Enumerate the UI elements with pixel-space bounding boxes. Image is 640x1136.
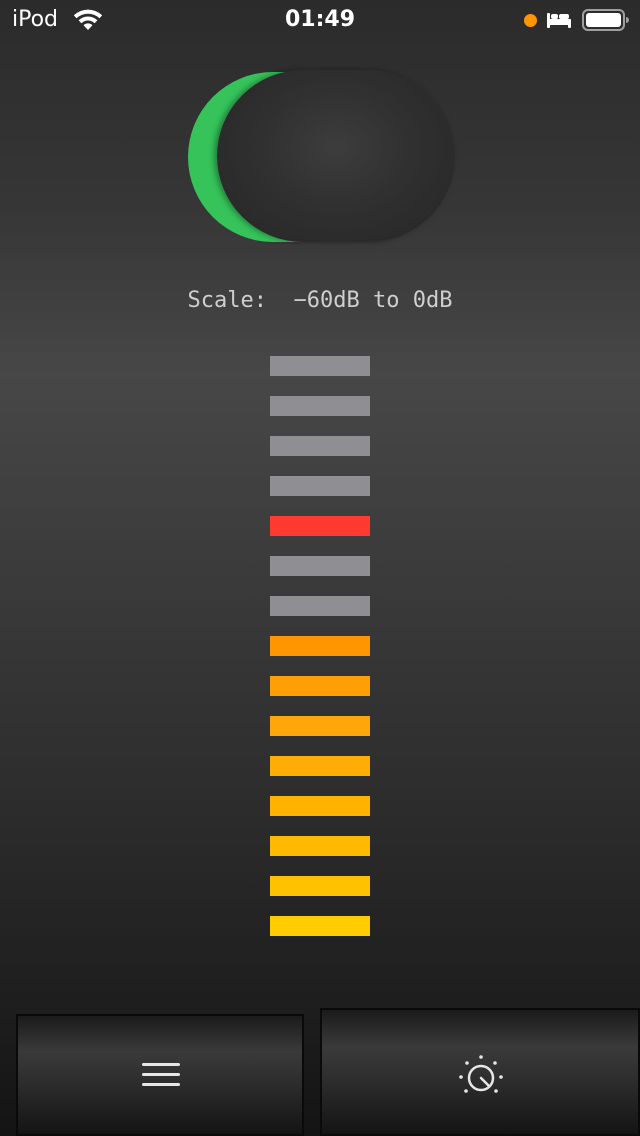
level-meter xyxy=(270,356,370,936)
meter-settings-button[interactable] xyxy=(320,1008,640,1136)
meter-segment xyxy=(270,516,370,536)
sleep-bed-icon xyxy=(546,10,572,30)
meter-segment xyxy=(270,676,370,696)
meter-segment xyxy=(270,836,370,856)
battery-icon xyxy=(582,8,630,32)
meter-segment xyxy=(270,476,370,496)
meter-segment xyxy=(270,716,370,736)
dial-gauge-icon xyxy=(456,1054,506,1098)
privacy-indicator-dot xyxy=(524,14,537,27)
hamburger-menu-icon xyxy=(142,1062,182,1088)
meter-segment xyxy=(270,876,370,896)
meter-segment xyxy=(270,436,370,456)
menu-button[interactable] xyxy=(16,1014,304,1136)
meter-segment xyxy=(270,756,370,776)
status-bar: iPod 01:49 xyxy=(0,0,640,40)
meter-segment xyxy=(270,356,370,376)
status-time: 01:49 xyxy=(284,7,356,32)
meter-segment xyxy=(270,796,370,816)
meter-segment xyxy=(270,636,370,656)
meter-segment xyxy=(270,396,370,416)
meter-segment xyxy=(270,596,370,616)
meter-segment xyxy=(270,556,370,576)
power-toggle-switch[interactable] xyxy=(188,70,458,244)
meter-segment xyxy=(270,916,370,936)
toggle-knob[interactable] xyxy=(217,70,455,242)
scale-label: Scale: −60dB to 0dB xyxy=(187,288,453,313)
